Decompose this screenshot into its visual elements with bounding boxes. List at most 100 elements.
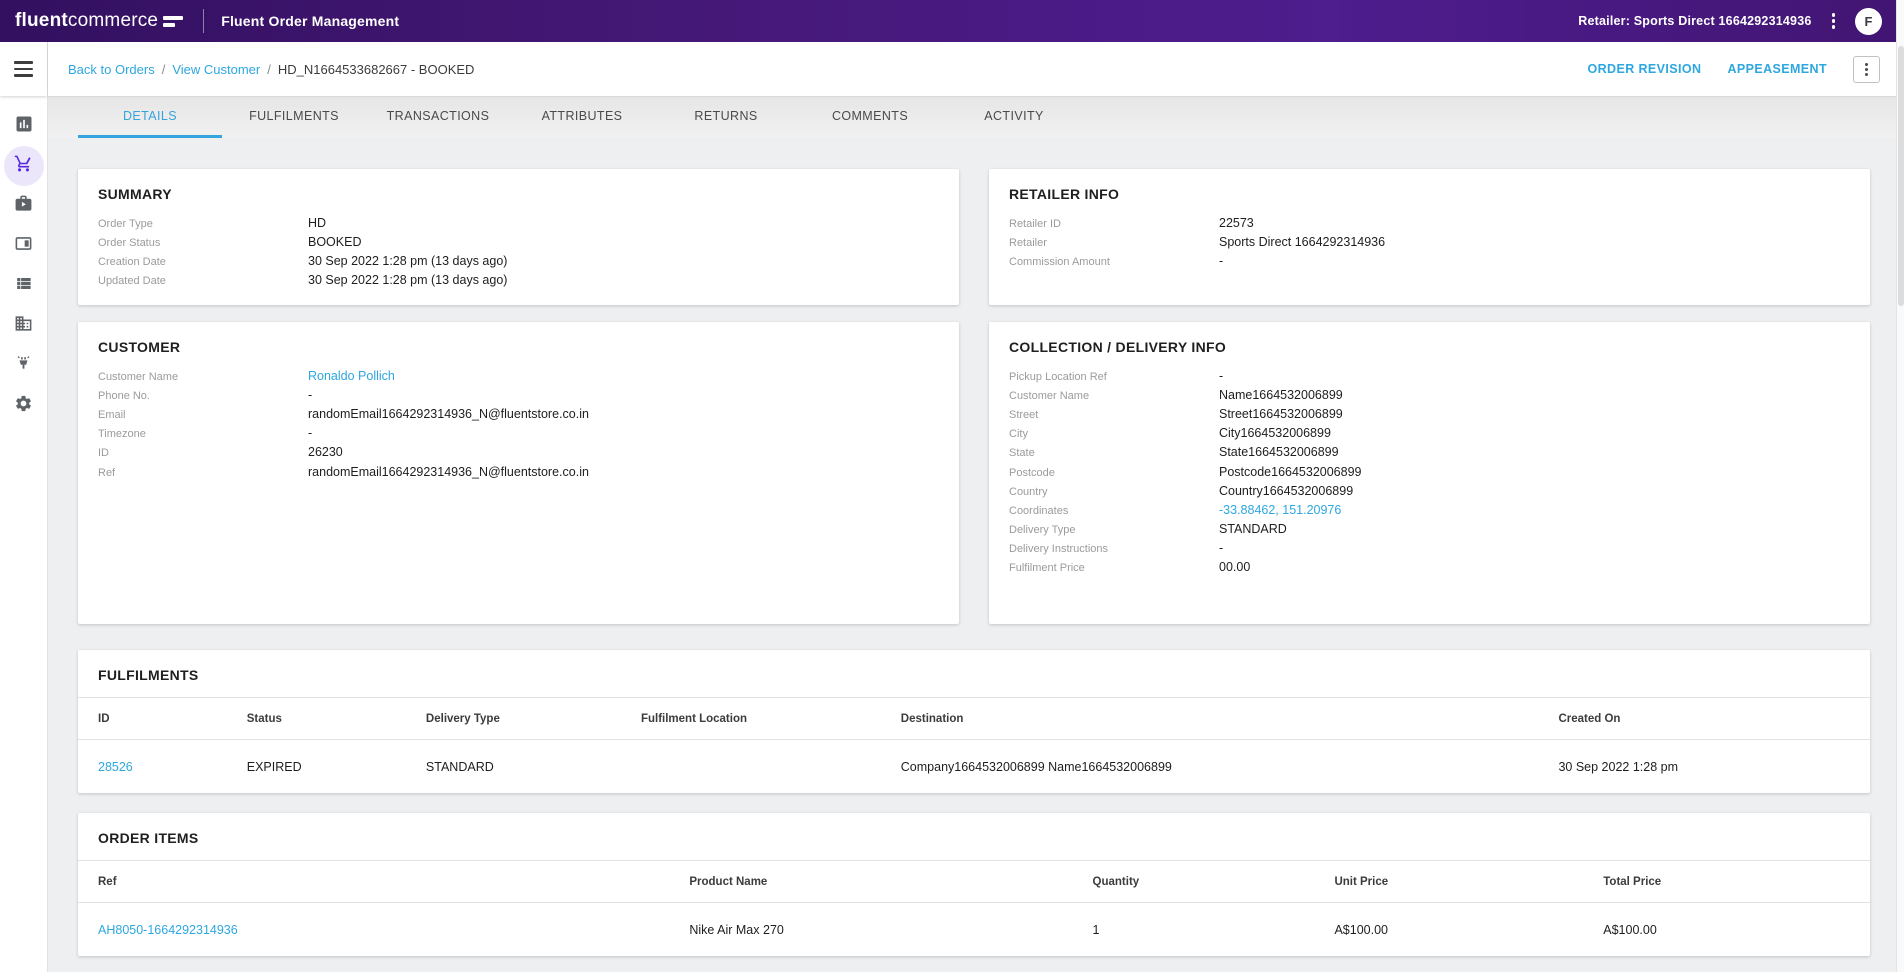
top-app-bar: fluentcommerce Fluent Order Management R…	[0, 0, 1896, 42]
customer-card-title: CUSTOMER	[98, 339, 939, 355]
summary-card: SUMMARY Order TypeHD Order StatusBOOKED …	[78, 169, 959, 305]
customer-row: Customer NameRonaldo Pollich	[98, 366, 939, 385]
summary-row: Creation Date30 Sep 2022 1:28 pm (13 day…	[98, 251, 939, 270]
country-value: Country1664532006899	[1219, 484, 1353, 498]
field-label: ID	[98, 447, 308, 459]
customer-id-value: 26230	[308, 445, 343, 459]
sidebar-item-locations[interactable]	[4, 306, 44, 346]
vertical-scrollbar[interactable]	[1896, 0, 1904, 972]
col-destination: Destination	[881, 698, 1539, 740]
retailer-context-label: Retailer: Sports Direct 1664292314936	[1578, 14, 1811, 28]
breadcrumb: Back to Orders / View Customer / HD_N166…	[68, 62, 474, 77]
tab-activity[interactable]: ACTIVITY	[942, 97, 1086, 138]
breadcrumb-view-customer[interactable]: View Customer	[172, 62, 260, 77]
menu-icon[interactable]	[14, 61, 33, 77]
field-label: Order Status	[98, 237, 308, 249]
field-label: Retailer ID	[1009, 218, 1219, 230]
field-label: Phone No.	[98, 390, 308, 402]
customer-name-link[interactable]: Ronaldo Pollich	[308, 369, 395, 383]
postcode-value: Postcode1664532006899	[1219, 465, 1362, 479]
order-items-card: ORDER ITEMS Ref Product Name Quantity Un…	[78, 813, 1870, 956]
header-kebab-menu-button[interactable]	[1853, 56, 1880, 83]
scrollbar-thumb[interactable]	[1898, 46, 1904, 306]
field-label: Creation Date	[98, 256, 308, 268]
col-unit-price: Unit Price	[1314, 861, 1583, 903]
delivery-row: Delivery Instructions-	[1009, 539, 1850, 558]
field-label: Pickup Location Ref	[1009, 371, 1219, 383]
tab-comments[interactable]: COMMENTS	[798, 97, 942, 138]
retailer-row: Commission Amount-	[1009, 251, 1850, 270]
sidebar-item-products[interactable]	[4, 226, 44, 266]
delivery-type-value: STANDARD	[1219, 522, 1287, 536]
sidebar-item-orders[interactable]	[4, 146, 44, 186]
col-quantity: Quantity	[1073, 861, 1315, 903]
delivery-info-card-title: COLLECTION / DELIVERY INFO	[1009, 339, 1850, 355]
delivery-instructions-value: -	[1219, 541, 1223, 555]
sidebar-item-connect[interactable]	[4, 346, 44, 386]
field-label: Delivery Type	[1009, 524, 1219, 536]
avatar[interactable]: F	[1855, 8, 1882, 35]
fluentcommerce-logo[interactable]: fluentcommerce	[0, 10, 183, 32]
state-value: State1664532006899	[1219, 445, 1339, 459]
sidebar-item-dashboard[interactable]	[4, 106, 44, 146]
appeasement-button[interactable]: APPEASEMENT	[1727, 62, 1827, 76]
breadcrumb-back-to-orders[interactable]: Back to Orders	[68, 62, 155, 77]
order-status-value: BOOKED	[308, 235, 362, 249]
topbar-kebab-menu-icon[interactable]	[1826, 9, 1842, 33]
summary-row: Updated Date30 Sep 2022 1:28 pm (13 days…	[98, 271, 939, 290]
order-revision-button[interactable]: ORDER REVISION	[1587, 62, 1701, 76]
fulfilments-card-title: FULFILMENTS	[98, 667, 1850, 683]
order-tabs: DETAILS FULFILMENTS TRANSACTIONS ATTRIBU…	[48, 96, 1896, 138]
briefcase-play-icon	[14, 194, 33, 218]
street-value: Street1664532006899	[1219, 407, 1343, 421]
sidebar-item-inventory[interactable]	[4, 266, 44, 306]
tab-returns[interactable]: RETURNS	[654, 97, 798, 138]
sidebar-item-settings[interactable]	[4, 386, 44, 426]
delivery-row: Pickup Location Ref-	[1009, 366, 1850, 385]
delivery-row: Fulfilment Price00.00	[1009, 558, 1850, 577]
order-item-ref-link[interactable]: AH8050-1664292314936	[78, 903, 669, 957]
delivery-row: StateState1664532006899	[1009, 443, 1850, 462]
page-header: Back to Orders / View Customer / HD_N166…	[48, 42, 1896, 96]
field-label: Retailer	[1009, 237, 1219, 249]
email-value: randomEmail1664292314936_N@fluentstore.c…	[308, 407, 589, 421]
retailer-info-card-title: RETAILER INFO	[1009, 186, 1850, 202]
delivery-row: Customer NameName1664532006899	[1009, 385, 1850, 404]
tab-fulfilments[interactable]: FULFILMENTS	[222, 97, 366, 138]
tab-transactions[interactable]: TRANSACTIONS	[366, 97, 510, 138]
app-title: Fluent Order Management	[221, 13, 399, 29]
col-ref: Ref	[78, 861, 669, 903]
breadcrumb-separator: /	[267, 62, 271, 77]
coordinates-link[interactable]: -33.88462, 151.20976	[1219, 503, 1341, 517]
field-label: Order Type	[98, 218, 308, 230]
fulfilment-created-on: 30 Sep 2022 1:28 pm	[1538, 740, 1870, 794]
fulfilment-location	[621, 740, 881, 794]
pickup-location-ref-value: -	[1219, 369, 1223, 383]
fulfilment-id-link[interactable]: 28526	[78, 740, 227, 794]
col-id: ID	[78, 698, 227, 740]
col-product-name: Product Name	[669, 861, 1072, 903]
building-icon	[14, 314, 33, 338]
fulfilment-table-row[interactable]: 28526 EXPIRED STANDARD Company1664532006…	[78, 740, 1870, 794]
sidebar-item-workflows[interactable]	[4, 186, 44, 226]
field-label: Timezone	[98, 428, 308, 440]
col-fulfilment-location: Fulfilment Location	[621, 698, 881, 740]
field-label: Postcode	[1009, 467, 1219, 479]
gear-icon	[14, 394, 33, 418]
order-item-table-row[interactable]: AH8050-1664292314936 Nike Air Max 270 1 …	[78, 903, 1870, 957]
logo-text: fluentcommerce	[15, 10, 158, 32]
field-label: Customer Name	[98, 371, 308, 383]
delivery-customer-name-value: Name1664532006899	[1219, 388, 1343, 402]
order-item-total-price: A$100.00	[1583, 903, 1870, 957]
summary-row: Order StatusBOOKED	[98, 232, 939, 251]
field-label: Fulfilment Price	[1009, 562, 1219, 574]
creation-date-value: 30 Sep 2022 1:28 pm (13 days ago)	[308, 254, 507, 268]
list-icon	[14, 274, 33, 298]
field-label: Email	[98, 409, 308, 421]
panel-icon	[14, 234, 33, 258]
connector-icon	[14, 354, 33, 378]
summary-card-title: SUMMARY	[98, 186, 939, 202]
cart-icon	[14, 154, 33, 178]
tab-details[interactable]: DETAILS	[78, 97, 222, 138]
tab-attributes[interactable]: ATTRIBUTES	[510, 97, 654, 138]
